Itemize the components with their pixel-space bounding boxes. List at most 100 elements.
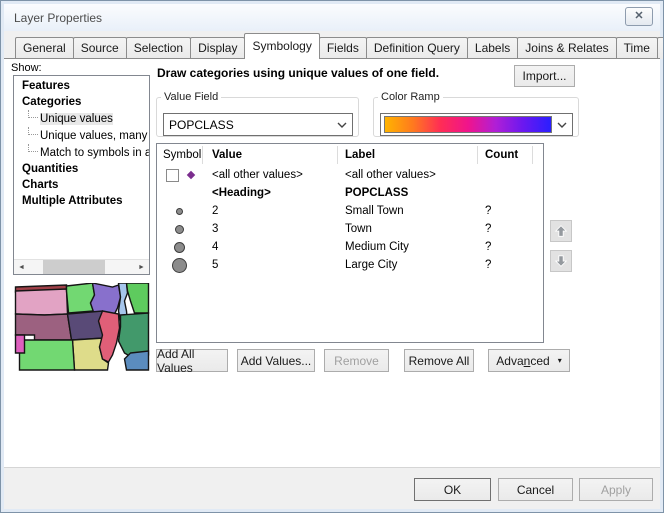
tree-horizontal-scrollbar[interactable]: ◄ ► bbox=[14, 259, 149, 274]
column-header-count[interactable]: Count bbox=[477, 149, 522, 161]
tab-selection[interactable]: Selection bbox=[126, 37, 191, 59]
chevron-down-icon[interactable] bbox=[332, 122, 352, 128]
point-symbol-icon bbox=[175, 225, 184, 234]
tree-item-label: Quantities bbox=[22, 163, 78, 175]
ok-button[interactable]: OK bbox=[414, 478, 491, 501]
table-row[interactable]: <all other values><all other values> bbox=[157, 166, 543, 184]
map-region-south-dakota bbox=[16, 289, 68, 315]
value-cell[interactable]: 4 bbox=[202, 241, 337, 253]
table-row[interactable]: 3Town? bbox=[157, 220, 543, 238]
remove-all-button[interactable]: Remove All bbox=[404, 349, 474, 372]
tree-item-match-to-symbols-in-a[interactable]: Match to symbols in a bbox=[14, 144, 149, 161]
arrow-up-icon bbox=[554, 224, 568, 238]
tree-item-unique-values[interactable]: Unique values bbox=[14, 110, 149, 127]
tree-item-features[interactable]: Features bbox=[14, 78, 149, 94]
color-ramp-legend: Color Ramp bbox=[378, 91, 443, 103]
map-symbol-preview bbox=[14, 283, 150, 371]
tab-display[interactable]: Display bbox=[190, 37, 245, 59]
value-cell[interactable]: <Heading> bbox=[202, 187, 337, 199]
tree-connector bbox=[28, 144, 38, 152]
show-tree-items: Features CategoriesUnique values Unique va… bbox=[14, 76, 149, 209]
chevron-down-icon[interactable] bbox=[552, 122, 572, 128]
count-cell[interactable]: ? bbox=[477, 205, 522, 217]
tab-html-popup[interactable]: HTML Popup bbox=[657, 37, 664, 59]
label-cell[interactable]: Town bbox=[337, 223, 477, 235]
table-row[interactable]: 4Medium City? bbox=[157, 238, 543, 256]
value-field-dropdown[interactable]: POPCLASS bbox=[163, 113, 353, 136]
tree-item-unique-values-many[interactable]: Unique values, many bbox=[14, 127, 149, 144]
table-body: <all other values><all other values><Hea… bbox=[157, 166, 543, 274]
tree-item-label: Match to symbols in a bbox=[40, 147, 150, 159]
label-cell[interactable]: Large City bbox=[337, 259, 477, 271]
label-cell[interactable]: <all other values> bbox=[337, 169, 477, 181]
move-up-button[interactable] bbox=[550, 220, 572, 242]
move-down-button[interactable] bbox=[550, 250, 572, 272]
value-cell[interactable]: 5 bbox=[202, 259, 337, 271]
column-header-symbol[interactable]: Symbol bbox=[157, 149, 202, 161]
advanced-label-end: ced bbox=[530, 354, 549, 368]
add-values-button[interactable]: Add Values... bbox=[237, 349, 315, 372]
label-cell[interactable]: POPCLASS bbox=[337, 187, 477, 199]
title-bar[interactable]: Layer Properties ✕ bbox=[4, 4, 660, 31]
tab-labels[interactable]: Labels bbox=[467, 37, 518, 59]
label-cell[interactable]: Medium City bbox=[337, 241, 477, 253]
tab-time[interactable]: Time bbox=[616, 37, 658, 59]
tab-joins-relates[interactable]: Joins & Relates bbox=[517, 37, 616, 59]
symbol-cell[interactable] bbox=[157, 169, 202, 182]
tree-item-quantities[interactable]: Quantities bbox=[14, 161, 149, 177]
scrollbar-thumb[interactable] bbox=[43, 260, 105, 274]
value-cell[interactable]: 2 bbox=[202, 205, 337, 217]
close-button[interactable]: ✕ bbox=[625, 7, 653, 26]
layer-properties-dialog: Layer Properties ✕ GeneralSourceSelectio… bbox=[0, 0, 664, 513]
value-field-group: Value Field POPCLASS bbox=[156, 91, 359, 137]
tree-item-label: Multiple Attributes bbox=[22, 195, 123, 207]
remove-button[interactable]: Remove bbox=[324, 349, 389, 372]
scroll-left-icon[interactable]: ◄ bbox=[14, 260, 29, 274]
tree-item-label: Unique values, many bbox=[40, 130, 147, 142]
tree-item-categories[interactable]: Categories bbox=[14, 94, 149, 110]
color-ramp-dropdown[interactable] bbox=[380, 113, 573, 136]
cancel-button[interactable]: Cancel bbox=[498, 478, 573, 501]
import-button[interactable]: Import... bbox=[514, 65, 575, 87]
tab-fields[interactable]: Fields bbox=[319, 37, 367, 59]
point-symbol-icon bbox=[174, 242, 185, 253]
all-other-values-checkbox[interactable] bbox=[166, 169, 179, 182]
table-header-row: Symbol Value Label Count bbox=[157, 144, 543, 166]
show-tree: Features CategoriesUnique values Unique va… bbox=[13, 75, 150, 275]
map-region-kansas bbox=[20, 340, 75, 370]
map-region-illinois bbox=[99, 311, 120, 362]
tab-general[interactable]: General bbox=[15, 37, 74, 59]
advanced-button[interactable]: Advanced ▾ bbox=[488, 349, 570, 372]
symbol-cell[interactable] bbox=[157, 242, 202, 253]
tree-item-charts[interactable]: Charts bbox=[14, 177, 149, 193]
label-cell[interactable]: Small Town bbox=[337, 205, 477, 217]
symbol-cell[interactable] bbox=[157, 208, 202, 215]
tree-connector bbox=[28, 127, 38, 135]
column-header-value[interactable]: Value bbox=[202, 149, 337, 161]
symbol-cell[interactable] bbox=[157, 225, 202, 234]
count-cell[interactable]: ? bbox=[477, 223, 522, 235]
column-header-label[interactable]: Label bbox=[337, 149, 477, 161]
table-row[interactable]: 5Large City? bbox=[157, 256, 543, 274]
apply-button[interactable]: Apply bbox=[579, 478, 653, 501]
table-row[interactable]: <Heading>POPCLASS bbox=[157, 184, 543, 202]
unique-values-table[interactable]: Symbol Value Label Count <all other valu… bbox=[156, 143, 544, 343]
scrollbar-track[interactable] bbox=[29, 260, 134, 274]
map-region-michigan bbox=[127, 283, 149, 313]
count-cell[interactable]: ? bbox=[477, 241, 522, 253]
advanced-label: Adva bbox=[496, 354, 523, 368]
count-cell[interactable]: ? bbox=[477, 259, 522, 271]
draw-method-heading: Draw categories using unique values of o… bbox=[157, 66, 507, 80]
tree-item-label: Features bbox=[22, 80, 70, 92]
tab-source[interactable]: Source bbox=[73, 37, 127, 59]
table-row[interactable]: 2Small Town? bbox=[157, 202, 543, 220]
scroll-right-icon[interactable]: ► bbox=[134, 260, 149, 274]
value-cell[interactable]: <all other values> bbox=[202, 169, 337, 181]
tab-symbology[interactable]: Symbology bbox=[244, 33, 319, 59]
symbol-cell[interactable] bbox=[157, 258, 202, 273]
value-cell[interactable]: 3 bbox=[202, 223, 337, 235]
tab-definition-query[interactable]: Definition Query bbox=[366, 37, 468, 59]
add-all-values-button[interactable]: Add All Values bbox=[156, 349, 228, 372]
tree-item-multiple-attributes[interactable]: Multiple Attributes bbox=[14, 193, 149, 209]
value-field-selected: POPCLASS bbox=[164, 118, 332, 132]
